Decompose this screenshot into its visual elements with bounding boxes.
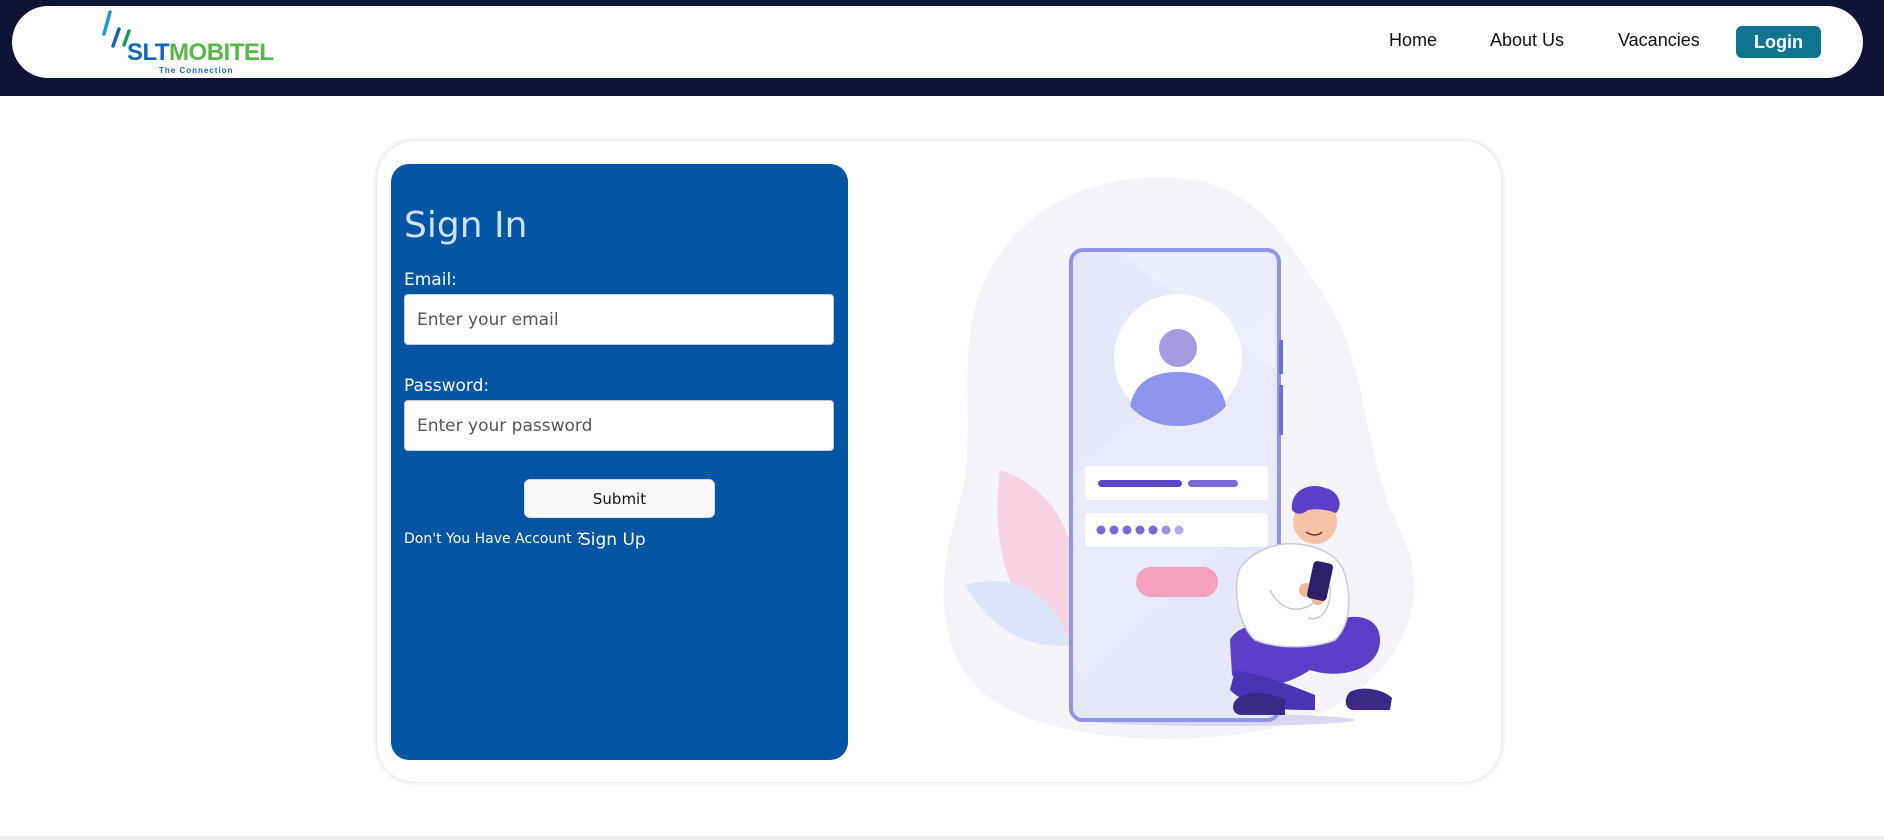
slt-mobitel-logo[interactable]: SLTMOBITEL The Connection	[100, 10, 274, 76]
password-field[interactable]	[404, 400, 834, 451]
email-label: Email:	[404, 270, 457, 290]
no-account-text: Don't You Have Account ?	[404, 531, 584, 547]
signin-panel	[391, 164, 848, 760]
nav-vacancies-link[interactable]: Vacancies	[1618, 30, 1700, 51]
person-with-phone-illustration-icon	[943, 177, 1414, 739]
email-field[interactable]	[404, 294, 834, 345]
logo-tagline: The Connection	[159, 66, 234, 75]
signup-link[interactable]: Sign Up	[580, 530, 646, 550]
signin-title: Sign In	[404, 205, 528, 246]
nav-home-link[interactable]: Home	[1389, 30, 1437, 51]
navbar	[12, 6, 1863, 78]
login-button[interactable]: Login	[1736, 26, 1821, 58]
logo-wordmark: SLTMOBITEL	[127, 39, 274, 66]
password-label: Password:	[404, 376, 490, 396]
nav-about-link[interactable]: About Us	[1490, 30, 1564, 51]
footer-divider	[0, 836, 1884, 840]
submit-button[interactable]: Submit	[524, 479, 715, 518]
